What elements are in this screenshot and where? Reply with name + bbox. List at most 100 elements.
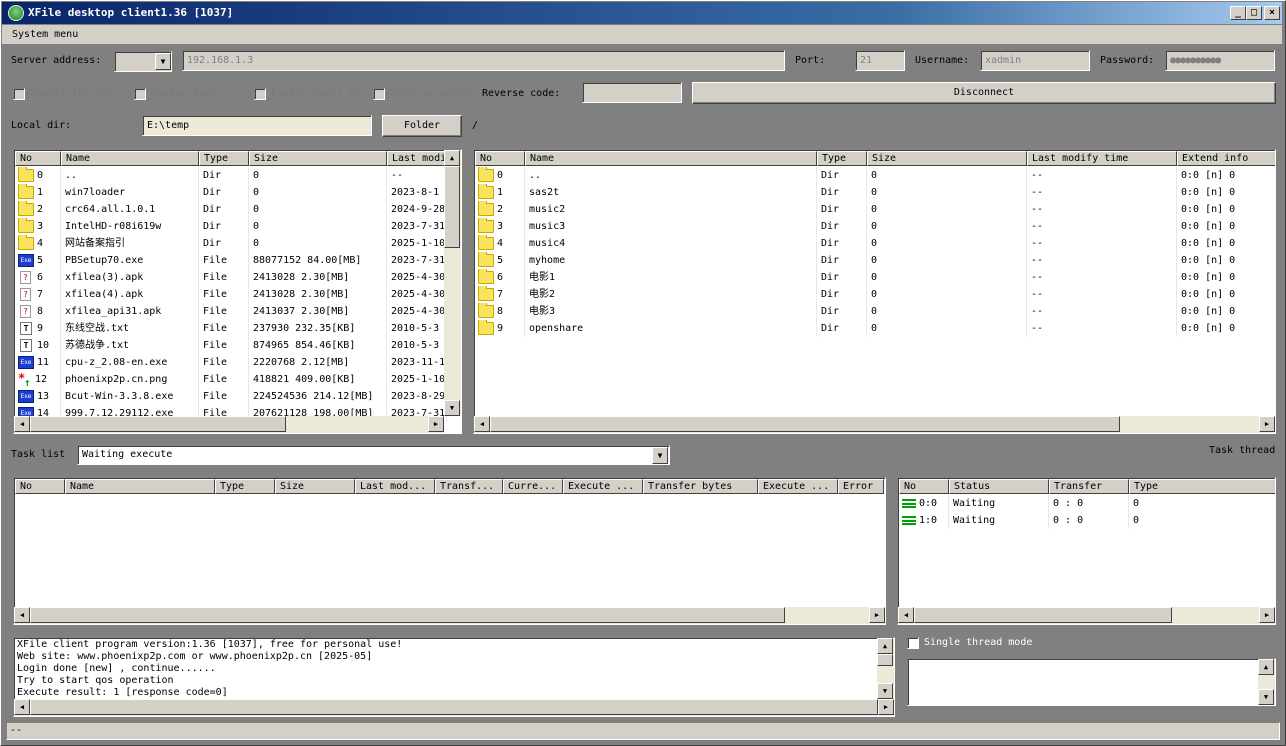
col-name[interactable]: Name — [61, 151, 199, 166]
col-execute[interactable]: Execute ... — [563, 479, 643, 494]
table-row[interactable]: Exe 13 Bcut-Win-3.3.8.exe File 224524536 214… — [15, 388, 447, 405]
col-transfer[interactable]: Transfer — [1049, 479, 1129, 494]
wake-up-checkbox[interactable] — [373, 88, 385, 100]
col-name[interactable]: Name — [65, 479, 215, 494]
port-input[interactable]: 21 — [855, 50, 905, 71]
row-number: 4 — [497, 238, 504, 249]
table-row[interactable]: 4 网站备案指引 Dir 0 2025-1-10 — [15, 235, 447, 252]
username-input[interactable]: xadmin — [980, 50, 1090, 71]
table-row[interactable]: 1:0 Waiting 0 : 00 — [899, 512, 1275, 529]
folder-button[interactable]: Folder — [382, 115, 462, 137]
col-current[interactable]: Curre... — [503, 479, 563, 494]
table-row[interactable]: 9 openshare Dir 0 -- 0:0 [n] 0 — [475, 320, 1275, 337]
table-row[interactable]: 6 电影1 Dir 0 -- 0:0 [n] 0 — [475, 269, 1275, 286]
table-row[interactable]: 0.. Dir 0 -- 0:0 [n] 0 — [475, 167, 1275, 184]
cell-modified: -- — [1027, 167, 1177, 184]
cell-size: 237930 232.35[KB] — [249, 320, 387, 337]
col-no[interactable]: No — [899, 479, 949, 494]
col-no[interactable]: No — [15, 151, 61, 166]
reverse-code-input[interactable] — [582, 82, 682, 103]
table-row[interactable]: 3 music3 Dir 0 -- 0:0 [n] 0 — [475, 218, 1275, 235]
maximize-icon[interactable]: □ — [1246, 6, 1262, 20]
table-row[interactable]: 2 music2 Dir 0 -- 0:0 [n] 0 — [475, 201, 1275, 218]
chevron-down-icon[interactable]: ▼ — [155, 53, 171, 70]
table-row[interactable]: ? 6 xfilea(3).apk File 2413028 2.30[MB] 2025-… — [15, 269, 447, 286]
col-modified[interactable]: Last modi — [387, 151, 447, 166]
col-no[interactable]: No — [475, 151, 525, 166]
local-vscroll[interactable]: ▲ ▼ — [444, 150, 461, 416]
col-extend[interactable]: Extend info — [1177, 151, 1275, 166]
disconnect-button[interactable]: Disconnect — [692, 82, 1276, 104]
col-type[interactable]: Type — [1129, 479, 1275, 494]
col-transfer-bytes[interactable]: Transfer bytes — [643, 479, 758, 494]
col-size[interactable]: Size — [249, 151, 387, 166]
table-row[interactable]: 8 电影3 Dir 0 -- 0:0 [n] 0 — [475, 303, 1275, 320]
thread-hscroll[interactable]: ◀ ▶ — [898, 607, 1275, 624]
task-hscroll[interactable]: ◀ ▶ — [14, 607, 885, 624]
enable-email-checkbox[interactable] — [254, 88, 266, 100]
thread-info-vscroll[interactable]: ▲ ▼ — [1258, 659, 1275, 705]
cell-no: 1 — [15, 184, 61, 201]
table-row[interactable]: T 9 东线空战.txt File 237930 232.35[KB] 2010-5-3 — [15, 320, 447, 337]
table-row[interactable]: Exe 5 PBSetup70.exe File 88077152 84.00[MB] 2… — [15, 252, 447, 269]
close-icon[interactable]: × — [1264, 6, 1280, 20]
menu-system[interactable]: System menu — [12, 29, 78, 40]
local-dir-input[interactable]: E:\temp — [142, 115, 372, 136]
table-row[interactable]: 1 sas2t Dir 0 -- 0:0 [n] 0 — [475, 184, 1275, 201]
col-error[interactable]: Error — [838, 479, 884, 494]
cell-no: 4 — [475, 235, 525, 252]
remote-hscroll[interactable]: ◀ ▶ — [474, 416, 1275, 433]
password-input[interactable]: ●●●●●●●●●● — [1165, 50, 1275, 71]
thread-info-box[interactable] — [907, 658, 1276, 706]
log-vscroll[interactable]: ▲ ▼ — [877, 638, 894, 699]
table-row[interactable]: ? 7 xfilea(4).apk File 2413028 2.30[MB] 2025-… — [15, 286, 447, 303]
col-transfer[interactable]: Transf... — [435, 479, 503, 494]
thread-table[interactable]: No Status Transfer Type 0:0 Waiting 0 : 00… — [897, 477, 1276, 625]
col-type[interactable]: Type — [199, 151, 249, 166]
table-row[interactable]: 2 crc64.all.1.0.1 Dir 0 2024-9-28 — [15, 201, 447, 218]
local-file-list[interactable]: No Name Type Size Last modi 0.. Dir 0 -- 1 wi… — [13, 149, 462, 434]
col-name[interactable]: Name — [525, 151, 817, 166]
table-row[interactable]: 0:0 Waiting 0 : 00 — [899, 495, 1275, 512]
title-bar[interactable]: XFile desktop client1.36 [1037] _ □ × — [2, 2, 1282, 24]
task-table[interactable]: No Name Type Size Last mod... Transf... … — [13, 477, 886, 625]
cell-type: File — [199, 354, 249, 371]
col-status[interactable]: Status — [949, 479, 1049, 494]
col-type[interactable]: Type — [817, 151, 867, 166]
table-row[interactable]: 7 电影2 Dir 0 -- 0:0 [n] 0 — [475, 286, 1275, 303]
cell-name: xfilea(3).apk — [61, 269, 199, 286]
col-type[interactable]: Type — [215, 479, 275, 494]
cell-modified: -- — [1027, 235, 1177, 252]
cell-size: 0 — [249, 235, 387, 252]
remote-file-list[interactable]: No Name Type Size Last modify time Exten… — [473, 149, 1276, 434]
col-no[interactable]: No — [15, 479, 65, 494]
table-row[interactable]: 5 myhome Dir 0 -- 0:0 [n] 0 — [475, 252, 1275, 269]
table-row[interactable]: 12 phoenixp2p.cn.pngFile418821 409.00[KB]… — [15, 371, 447, 388]
minimize-icon[interactable]: _ — [1230, 6, 1246, 20]
enable-tls-checkbox[interactable] — [13, 88, 25, 100]
task-filter-select[interactable]: Waiting execute — [77, 445, 670, 465]
single-thread-checkbox[interactable] — [907, 637, 919, 649]
table-row[interactable]: 3 IntelHD-r08i619w Dir 0 2023-7-31 — [15, 218, 447, 235]
chevron-down-icon[interactable]: ▼ — [652, 447, 668, 464]
col-size[interactable]: Size — [275, 479, 355, 494]
table-row[interactable]: ? 8 xfilea_api31.apk File 2413037 2.30[MB] 20… — [15, 303, 447, 320]
table-row[interactable]: T 10 苏德战争.txt File 874965 854.46[KB] 2010-5-3 — [15, 337, 447, 354]
thread-icon — [902, 516, 916, 525]
table-row[interactable]: 0.. Dir 0 -- — [15, 167, 447, 184]
col-last-mod[interactable]: Last mod... — [355, 479, 435, 494]
cell-no: T 10 — [15, 337, 61, 354]
cell-no: 3 — [15, 218, 61, 235]
col-execute-2[interactable]: Execute ... — [758, 479, 838, 494]
table-row[interactable]: Exe 11 cpu-z_2.08-en.exe File 2220768 2.12[M… — [15, 354, 447, 371]
table-row[interactable]: 1 win7loader Dir 0 2023-8-1 — [15, 184, 447, 201]
col-modified[interactable]: Last modify time — [1027, 151, 1177, 166]
server-address-input[interactable]: 192.168.1.3 — [182, 50, 785, 71]
backup-mode-checkbox[interactable] — [134, 88, 146, 100]
local-hscroll[interactable]: ◀ ▶ — [14, 416, 444, 433]
col-size[interactable]: Size — [867, 151, 1027, 166]
table-row[interactable]: 4 music4 Dir 0 -- 0:0 [n] 0 — [475, 235, 1275, 252]
folder-icon — [478, 320, 494, 335]
cell-transfer: 0 : 0 — [1049, 512, 1129, 529]
log-hscroll[interactable]: ◀ ▶ — [14, 699, 894, 716]
